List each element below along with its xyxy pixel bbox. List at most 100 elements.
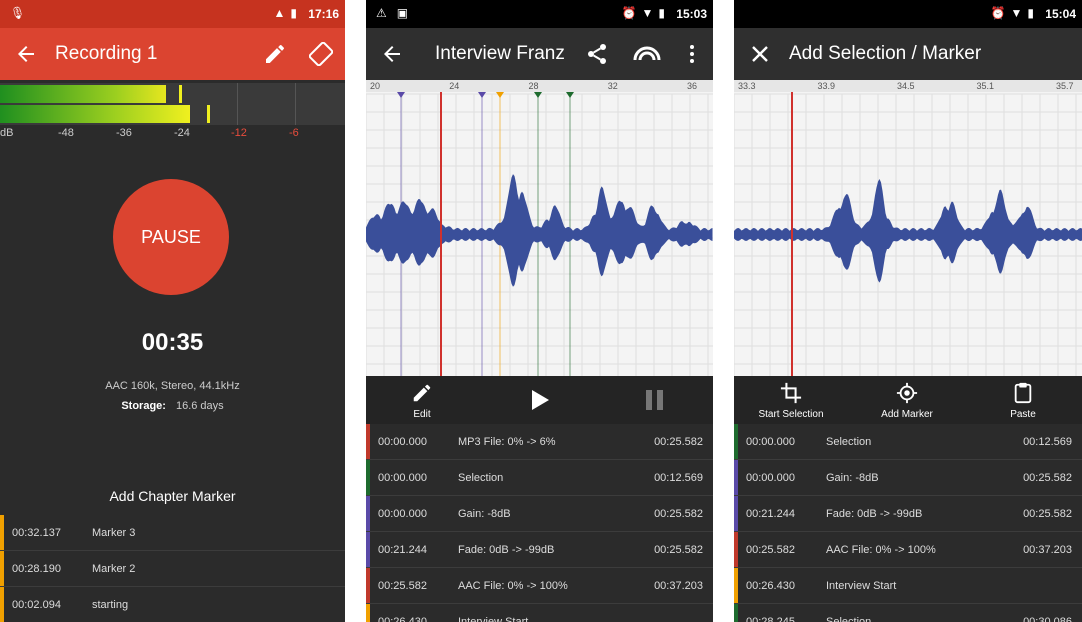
app-bar: Add Selection / Marker [734,28,1082,80]
waveform-canvas[interactable]: 20 24 28 32 36 [366,80,713,376]
marker-time: 00:32.137 [12,527,61,539]
axis-tick-label: 36 [687,81,697,91]
list-item[interactable]: 00:00.000 Selection 00:12.569 [734,424,1082,460]
list-item[interactable]: 00:25.582 AAC File: 0% -> 100% 00:37.203 [366,568,713,604]
list-item[interactable]: 00:28.245 Selection 00:30.086 [734,604,1082,622]
scale-label: -6 [289,127,299,139]
pause-icon[interactable] [645,389,665,411]
share-icon[interactable] [585,42,609,66]
battery-icon: ▮ [290,6,297,20]
axis-tick-label: 35.1 [977,81,995,91]
list-item[interactable]: 00:00.000 Selection 00:12.569 [366,460,713,496]
pause-button[interactable]: PAUSE [113,179,229,295]
close-icon[interactable] [748,42,772,66]
start-time: 00:21.244 [746,508,795,520]
item-name: Selection [458,472,504,484]
mic-icon: 🎙 [10,6,26,20]
end-time: 00:25.582 [1023,472,1072,484]
meter-grid [237,83,238,125]
list-item[interactable]: 00:28.190 Marker 2 [0,551,345,587]
item-name: Gain: -8dB [458,508,511,520]
list-item[interactable]: 00:21.244 Fade: 0dB -> -99dB 00:25.582 [734,496,1082,532]
item-name: AAC File: 0% -> 100% [458,580,568,592]
row-stripe [366,604,370,622]
image-icon: ▣ [396,6,409,20]
item-name: Interview Start [458,616,529,622]
wifi-icon: ▼ [641,6,654,20]
pencil-icon [413,384,431,402]
paste-button[interactable]: Paste [998,382,1048,420]
list-item[interactable]: 00:26.430 Interview Start [366,604,713,622]
list-item[interactable]: 00:00.000 Gain: -8dB 00:25.582 [734,460,1082,496]
editor-screen: ⚠ ▣ ⏰ ▼ ▮ 15:03 Interview Franz 20 24 28 32 3… [366,0,713,622]
axis-tick-label: 34.5 [897,81,915,91]
pencil-icon[interactable] [263,42,287,66]
notification-icon: ⚠ [376,6,387,20]
status-time: 17:16 [308,7,339,21]
status-bar: ⏰ ▼ ▮ 15:04 [734,0,1082,28]
edit-button[interactable]: Edit [411,382,433,420]
play-icon[interactable] [529,388,551,412]
waveform-canvas[interactable]: 33.3 33.9 34.5 35.1 35.7 [734,80,1082,376]
item-name: Interview Start [826,580,897,592]
start-time: 00:26.430 [378,616,427,622]
page-title: Add Selection / Marker [789,43,982,64]
edit-list: 00:00.000 MP3 File: 0% -> 6% 00:25.582 00:0… [366,424,713,622]
start-time: 00:25.582 [746,544,795,556]
meter-grid [295,83,296,125]
end-time: 00:37.203 [654,580,703,592]
start-time: 00:00.000 [378,472,427,484]
alarm-icon: ⏰ [990,6,1006,20]
peak-indicator-right [207,105,210,123]
back-arrow-icon[interactable] [14,42,38,66]
axis-tick-label: 20 [370,81,380,91]
add-chapter-marker-button[interactable]: Add Chapter Marker [0,488,345,504]
scale-label: -36 [116,127,132,139]
row-stripe [0,515,4,550]
wifi-icon: ▼ [1010,6,1023,20]
marker-name: Marker 2 [92,563,136,575]
player-toolbar: Edit [366,376,713,424]
list-item[interactable]: 00:00.000 Gain: -8dB 00:25.582 [366,496,713,532]
end-time: 00:25.582 [654,436,703,448]
list-item[interactable]: 00:02.094 starting [0,587,345,622]
clipboard-icon [1014,382,1032,404]
list-item[interactable]: 00:32.137 Marker 3 [0,515,345,551]
list-item[interactable]: 00:26.430 Interview Start [734,568,1082,604]
screen-rotation-icon[interactable] [309,42,333,66]
recording-screen: 🎙 ▲ ▮ 17:16 Recording 1 dB -48 -36 -24 -… [0,0,345,622]
list-item[interactable]: 00:00.000 MP3 File: 0% -> 6% 00:25.582 [366,424,713,460]
end-time: 00:30.086 [1023,616,1072,622]
axis-tick-label: 28 [529,81,539,91]
waveform[interactable]: 20 24 28 32 36 [366,80,713,376]
back-arrow-icon[interactable] [380,42,404,66]
list-item[interactable]: 00:21.244 Fade: 0dB -> -99dB 00:25.582 [366,532,713,568]
add-marker-button[interactable]: Add Marker [872,382,942,420]
end-time: 00:25.582 [654,544,703,556]
auphonic-icon[interactable] [632,42,662,66]
list-item[interactable]: 00:25.582 AAC File: 0% -> 100% 00:37.203 [734,532,1082,568]
item-name: Selection [826,616,872,622]
axis-tick-label: 33.9 [818,81,836,91]
signal-icon: ▲ [273,6,286,20]
waveform[interactable]: 33.3 33.9 34.5 35.1 35.7 [734,80,1082,376]
row-stripe [366,568,370,603]
level-bar-right [0,105,190,123]
marker-list: 00:32.137 Marker 3 00:28.190 Marker 2 00:0… [0,515,345,622]
paste-label: Paste [1010,409,1036,420]
row-stripe [366,496,370,531]
item-name: Gain: -8dB [826,472,879,484]
start-time: 00:00.000 [378,436,427,448]
row-stripe [734,496,738,531]
row-stripe [734,568,738,603]
marker-name: Marker 3 [92,527,136,539]
end-time: 00:37.203 [1023,544,1072,556]
row-stripe [734,604,738,622]
item-name: AAC File: 0% -> 100% [826,544,936,556]
start-selection-button[interactable]: Start Selection [756,382,826,420]
more-vert-icon[interactable] [680,42,704,66]
status-time: 15:03 [676,7,707,21]
marker-time: 00:28.190 [12,563,61,575]
format-info: AAC 160k, Stereo, 44.1kHz [105,380,240,392]
end-time: 00:25.582 [1023,508,1072,520]
